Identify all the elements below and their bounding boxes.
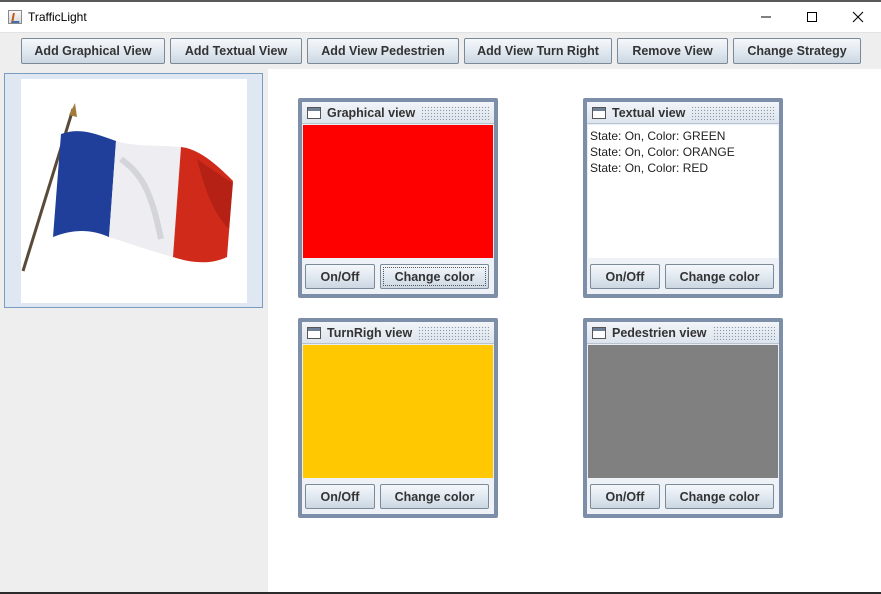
on-off-button[interactable]: On/Off [590, 264, 660, 289]
desktop-pane: Graphical view On/Off Change color Textu… [268, 69, 881, 594]
titlebar-grip [712, 325, 775, 340]
state-line: State: On, Color: GREEN [590, 129, 726, 143]
frame-icon [592, 326, 606, 339]
graphical-view-frame[interactable]: Graphical view On/Off Change color [298, 98, 498, 298]
frame-icon [307, 326, 321, 339]
titlebar-grip [421, 105, 490, 120]
titlebar-grip [418, 325, 490, 340]
turnright-view-color-panel [303, 345, 493, 478]
frame-title: TurnRigh view [327, 325, 413, 340]
on-off-button[interactable]: On/Off [590, 484, 660, 509]
turnright-view-frame[interactable]: TurnRigh view On/Off Change color [298, 318, 498, 518]
pedestrien-view-footer: On/Off Change color [587, 478, 779, 514]
flag-image-panel [4, 73, 263, 308]
graphical-view-titlebar[interactable]: Graphical view [302, 102, 494, 124]
add-textual-view-button[interactable]: Add Textual View [170, 38, 302, 64]
change-color-button[interactable]: Change color [380, 484, 489, 509]
on-off-button[interactable]: On/Off [305, 484, 375, 509]
state-line: State: On, Color: ORANGE [590, 145, 735, 159]
window-controls [743, 2, 881, 32]
add-graphical-view-button[interactable]: Add Graphical View [21, 38, 165, 64]
change-color-button[interactable]: Change color [665, 264, 774, 289]
java-app-icon [8, 10, 22, 24]
textual-view-footer: On/Off Change color [587, 258, 779, 294]
pedestrien-view-frame[interactable]: Pedestrien view On/Off Change color [583, 318, 783, 518]
add-view-turn-right-button[interactable]: Add View Turn Right [464, 38, 612, 64]
frame-icon [592, 106, 606, 119]
textual-view-titlebar[interactable]: Textual view [587, 102, 779, 124]
change-color-button[interactable]: Change color [380, 264, 489, 289]
graphical-view-color-panel [303, 125, 493, 258]
minimize-icon [761, 16, 771, 18]
window-title: TrafficLight [28, 10, 87, 24]
minimize-button[interactable] [743, 2, 789, 32]
titlebar-grip [691, 105, 775, 120]
turnright-view-footer: On/Off Change color [302, 478, 494, 514]
maximize-icon [807, 12, 817, 22]
frame-icon [307, 106, 321, 119]
add-view-pedestrien-button[interactable]: Add View Pedestrien [307, 38, 459, 64]
textual-view-text-area[interactable]: State: On, Color: GREEN State: On, Color… [588, 125, 778, 258]
left-panel [0, 69, 268, 594]
change-strategy-button[interactable]: Change Strategy [733, 38, 861, 64]
toolbar: Add Graphical View Add Textual View Add … [0, 32, 881, 69]
graphical-view-footer: On/Off Change color [302, 258, 494, 294]
title-bar[interactable]: TrafficLight [0, 2, 881, 32]
remove-view-button[interactable]: Remove View [617, 38, 728, 64]
pedestrien-view-titlebar[interactable]: Pedestrien view [587, 322, 779, 344]
close-button[interactable] [835, 2, 881, 32]
frame-title: Textual view [612, 105, 686, 120]
maximize-button[interactable] [789, 2, 835, 32]
on-off-button[interactable]: On/Off [305, 264, 375, 289]
textual-view-frame[interactable]: Textual view State: On, Color: GREEN Sta… [583, 98, 783, 298]
close-icon [852, 11, 864, 23]
frame-title: Graphical view [327, 105, 416, 120]
turnright-view-titlebar[interactable]: TurnRigh view [302, 322, 494, 344]
french-flag-image [21, 79, 247, 303]
frame-title: Pedestrien view [612, 325, 707, 340]
pedestrien-view-color-panel [588, 345, 778, 478]
state-line: State: On, Color: RED [590, 161, 709, 175]
change-color-button[interactable]: Change color [665, 484, 774, 509]
